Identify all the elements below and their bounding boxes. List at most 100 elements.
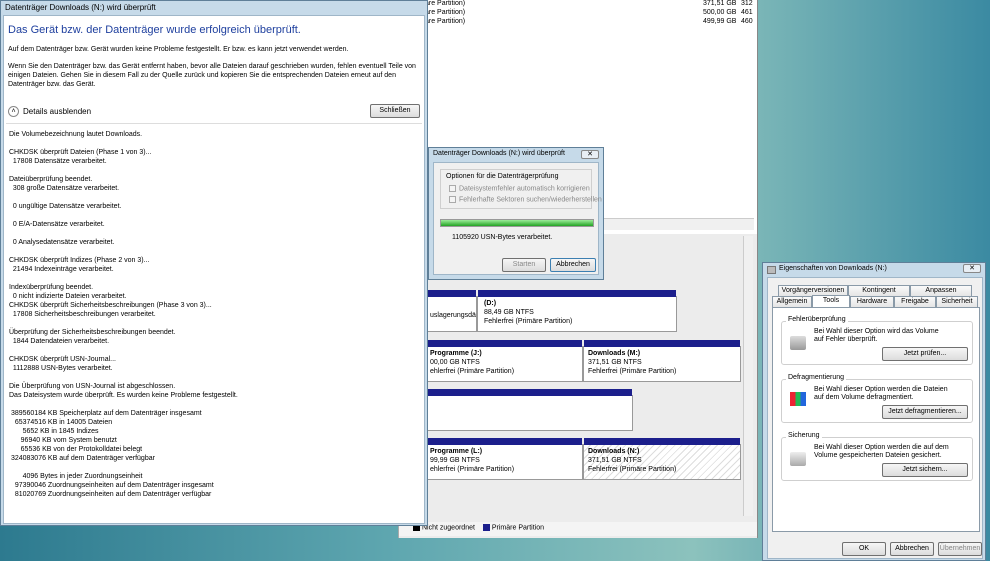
volume-type: are Partition) [425, 0, 466, 7]
partition-pagefile[interactable]: uslagerungsdä [425, 290, 477, 332]
log-line: 4096 Bytes in jeder Zuordnungseinheit [9, 473, 143, 480]
partition-l[interactable]: Programme (L:) 99,99 GB NTFS ehlerfrei (… [425, 438, 583, 480]
legend-unallocated: Nicht zugeordnet [422, 524, 475, 532]
partition-status: Fehlerfrei (Primäre Partition) [588, 466, 677, 473]
log-line: Dateiüberprüfung beendet. [9, 176, 93, 183]
chkdsk-window: Datenträger Downloads (N:) wird überprüf… [0, 0, 428, 526]
cancel-button[interactable]: Abbrechen [550, 258, 596, 272]
start-button[interactable]: Starten [502, 258, 546, 272]
group-text: Bei Wahl dieser Option wird das Volume a… [814, 328, 939, 343]
log-line: 0 E/A-Datensätze verarbeitet. [9, 221, 105, 228]
partition-status: Fehlerfrei (Primäre Partition) [484, 318, 573, 325]
partition-size: 99,99 GB NTFS [430, 457, 480, 464]
details-toggle-label: Details ausblenden [23, 107, 92, 116]
divider [6, 123, 422, 124]
result-message: Auf dem Datenträger bzw. Gerät wurden ke… [8, 46, 349, 53]
option-bad-sectors[interactable]: Fehlerhafte Sektoren suchen/wiederherste… [449, 196, 602, 203]
vertical-scrollbar[interactable] [743, 236, 753, 516]
volume-row[interactable]: are Partition) 500,00 GB 461 [399, 9, 757, 18]
log-line: 65536 KB von der Protokolldatei belegt [9, 446, 143, 453]
check-now-button[interactable]: Jetzt prüfen... [882, 347, 968, 361]
partition-n[interactable]: Downloads (N:) 371,51 GB NTFS Fehlerfrei… [583, 438, 741, 480]
checkbox[interactable] [449, 196, 456, 203]
group-label: Fehlerüberprüfung [786, 316, 848, 323]
partition-m[interactable]: Downloads (M:) 371,51 GB NTFS Fehlerfrei… [583, 340, 741, 382]
partition-size: 00,00 GB NTFS [430, 359, 480, 366]
tab-hardware[interactable]: Hardware [850, 296, 894, 307]
partition-bar [478, 290, 676, 297]
backup-now-button[interactable]: Jetzt sichern... [882, 463, 968, 477]
log-line: Die Überprüfung von USN-Journal ist abge… [9, 383, 176, 390]
volume-row[interactable]: are Partition) 371,51 GB 312 [399, 0, 757, 9]
chevron-up-icon: ˄ [8, 106, 19, 117]
close-button[interactable]: Schließen [370, 104, 420, 118]
log-line: Das Dateisystem wurde überprüft. Es wurd… [9, 392, 238, 399]
result-heading: Das Gerät bzw. der Datenträger wurde erf… [8, 24, 301, 36]
log-line: 1844 Datendateien verarbeitet. [9, 338, 110, 345]
check-progress-dialog: Datenträger Downloads (N:) wird überprüf… [428, 147, 604, 280]
tab-security[interactable]: Sicherheit [936, 296, 978, 307]
progress-bar-fill [441, 220, 593, 226]
log-line: 81020769 Zuordnungseinheiten auf dem Dat… [9, 491, 212, 498]
close-icon[interactable]: ✕ [963, 264, 981, 273]
partition-name: Programme (L:) [430, 448, 483, 455]
log-line: 0 nicht indizierte Dateien verarbeitet. [9, 293, 127, 300]
properties-body: Vorgängerversionen Kontingent Anpassen A… [767, 277, 983, 559]
volume-size: 499,99 GB [703, 18, 737, 25]
option-fix-errors[interactable]: Dateisystemfehler automatisch korrigiere… [449, 185, 590, 192]
tab-sharing[interactable]: Freigabe [894, 296, 936, 307]
disk-legend: Nicht zugeordnet Primäre Partition [399, 522, 757, 536]
partition-bar [584, 438, 740, 445]
window-title: Datenträger Downloads (N:) wird überprüf… [5, 3, 156, 12]
partition-bar [426, 389, 632, 396]
tab-customize[interactable]: Anpassen [910, 285, 972, 296]
log-line: 65374516 KB in 14005 Dateien [9, 419, 113, 426]
tab-panel-tools: Fehlerüberprüfung Bei Wahl dieser Option… [772, 307, 980, 532]
options-group: Optionen für die Datenträgerprüfung Date… [440, 169, 602, 209]
partition-j[interactable]: Programme (J:) 00,00 GB NTFS ehlerfrei (… [425, 340, 583, 382]
tab-tools[interactable]: Tools [812, 295, 850, 307]
defragment-now-button[interactable]: Jetzt defragmentieren... [882, 405, 968, 419]
ok-button[interactable]: OK [842, 542, 886, 556]
progress-status: 1105920 USN-Bytes verarbeitet. [452, 234, 553, 241]
partition-unnamed[interactable] [425, 389, 633, 431]
volume-size: 371,51 GB [703, 0, 737, 7]
details-toggle[interactable]: ˄ Details ausblenden [8, 106, 91, 117]
volume-type: are Partition) [425, 9, 466, 16]
error-check-group: Fehlerüberprüfung Bei Wahl dieser Option… [781, 316, 973, 365]
apply-button[interactable]: Übernehmen [938, 542, 982, 556]
log-line: CHKDSK überprüft USN-Journal... [9, 356, 116, 363]
partition-d[interactable]: (D:) 88,49 GB NTFS Fehlerfrei (Primäre P… [477, 290, 677, 332]
legend-primary: Primäre Partition [491, 524, 545, 532]
backup-group: Sicherung Bei Wahl dieser Option werden … [781, 432, 973, 481]
checkbox[interactable] [449, 185, 456, 192]
partition-size: 371,51 GB NTFS [588, 359, 642, 366]
log-line: Indexüberprüfung beendet. [9, 284, 94, 291]
log-line: 17808 Sicherheitsbeschreibungen verarbei… [9, 311, 156, 318]
partition-status: uslagerungsdä [430, 312, 476, 319]
tab-general[interactable]: Allgemein [772, 296, 812, 307]
group-text: Bei Wahl dieser Option werden die Dateie… [814, 386, 948, 401]
warning-message: Wenn Sie den Datenträger bzw. das Gerät … [8, 63, 416, 88]
tab-quota[interactable]: Kontingent [848, 285, 910, 296]
log-line: CHKDSK überprüft Indizes (Phase 2 von 3)… [9, 257, 150, 264]
close-icon[interactable]: ✕ [581, 150, 599, 159]
group-text: Bei Wahl dieser Option werden die auf de… [814, 444, 949, 459]
volume-row[interactable]: are Partition) 499,99 GB 460 [399, 18, 757, 27]
options-group-label: Optionen für die Datenträgerprüfung [446, 173, 559, 180]
drive-icon [767, 266, 776, 274]
properties-title: Eigenschaften von Downloads (N:) [779, 265, 887, 272]
cancel-button[interactable]: Abbrechen [890, 542, 934, 556]
log-line: CHKDSK überprüft Dateien (Phase 1 von 3)… [9, 149, 152, 156]
partition-bar [426, 340, 582, 347]
partition-size: 371,51 GB NTFS [588, 457, 642, 464]
partition-status: Fehlerfrei (Primäre Partition) [588, 368, 677, 375]
log-line: 96940 KB vom System benutzt [9, 437, 117, 444]
